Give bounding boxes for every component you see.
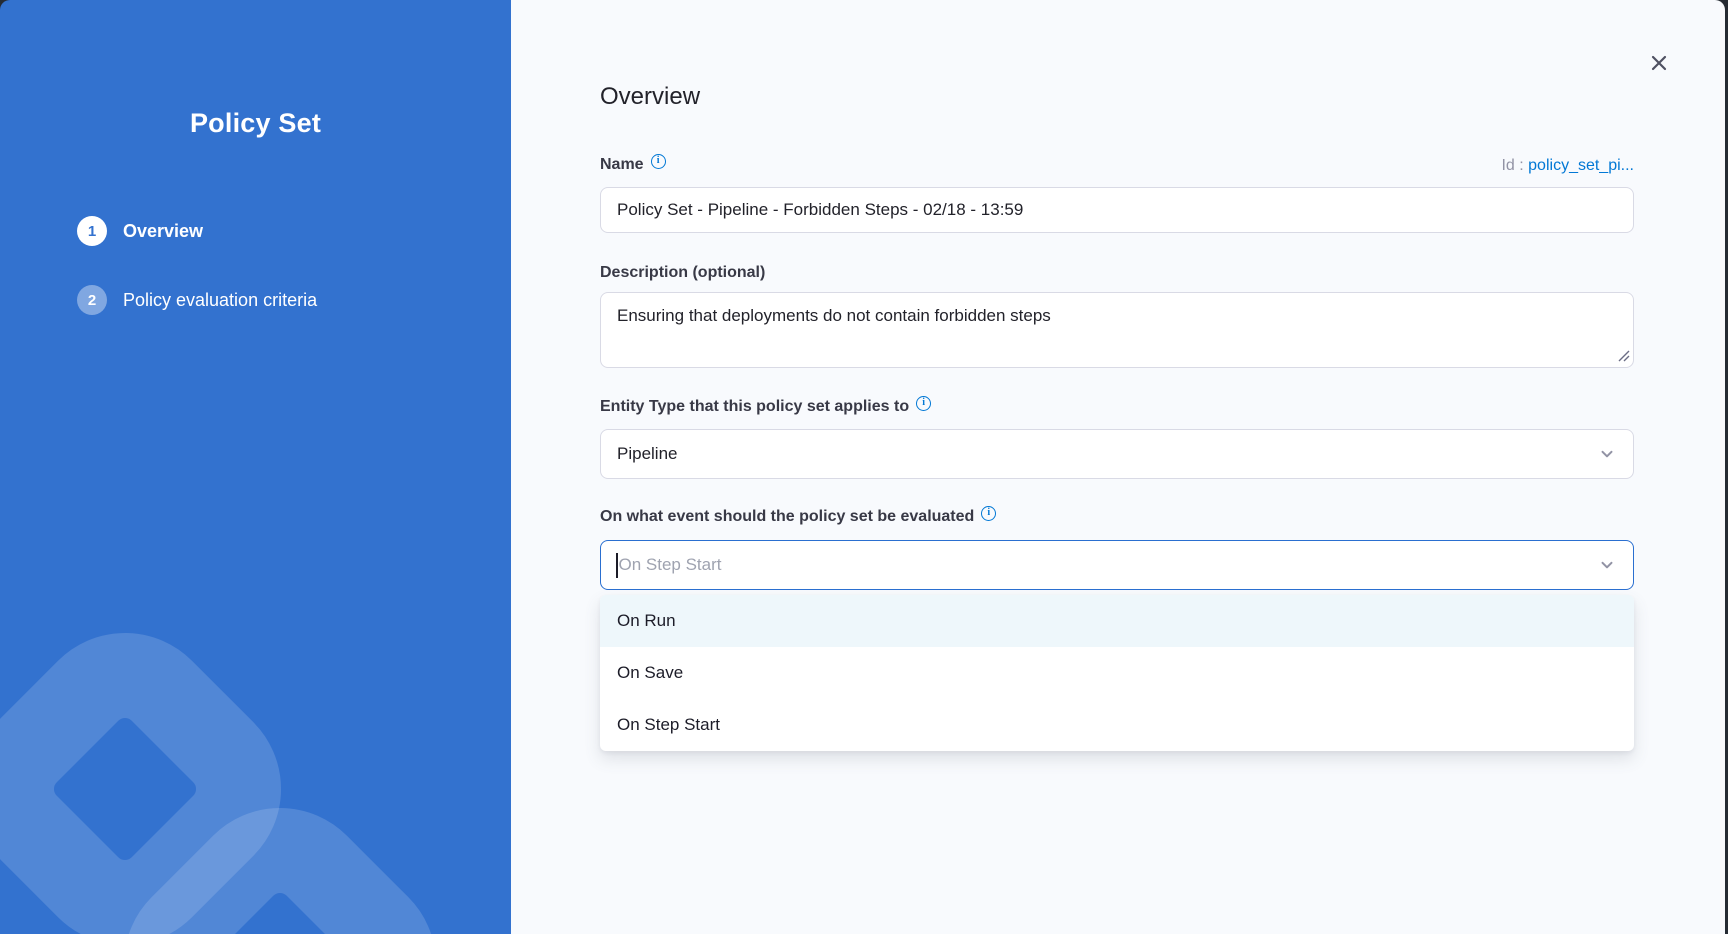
- description-label: Description (optional): [600, 263, 1634, 283]
- close-icon: [1648, 52, 1670, 74]
- chevron-down-icon: [1599, 446, 1615, 462]
- name-label-row: Name i Id : policy_set_pi...: [600, 155, 1634, 175]
- step-number-badge: 1: [77, 216, 107, 246]
- name-label: Name i: [600, 155, 666, 175]
- entity-type-label: Entity Type that this policy set applies…: [600, 397, 1634, 417]
- id-prefix-label: Id :: [1501, 157, 1528, 174]
- chevron-down-icon: [1599, 557, 1615, 573]
- overview-form-panel: Overview Name i Id : policy_set_pi... De…: [511, 0, 1725, 934]
- description-textarea[interactable]: Ensuring that deployments do not contain…: [600, 292, 1634, 368]
- entity-type-info-icon[interactable]: i: [916, 396, 931, 411]
- wizard-steps: 1 Overview 2 Policy evaluation criteria: [0, 216, 511, 315]
- event-label: On what event should the policy set be e…: [600, 507, 1634, 527]
- name-input[interactable]: [600, 187, 1634, 233]
- close-button[interactable]: [1645, 49, 1673, 77]
- policy-set-dialog: Policy Set 1 Overview 2 Policy evaluatio…: [0, 0, 1725, 934]
- entity-type-value: Pipeline: [617, 444, 1599, 464]
- id-link[interactable]: policy_set_pi...: [1528, 157, 1634, 174]
- entity-type-select[interactable]: Pipeline: [600, 429, 1634, 479]
- entity-id: Id : policy_set_pi...: [1501, 157, 1634, 175]
- wizard-title: Policy Set: [0, 108, 511, 139]
- event-options-menu: On Run On Save On Step Start: [600, 595, 1634, 751]
- name-info-icon[interactable]: i: [651, 154, 666, 169]
- menu-option-on-save[interactable]: On Save: [600, 647, 1634, 699]
- wizard-sidebar: Policy Set 1 Overview 2 Policy evaluatio…: [0, 0, 511, 934]
- event-combobox[interactable]: [600, 540, 1634, 590]
- step-label: Policy evaluation criteria: [123, 290, 317, 311]
- harness-logo-watermark: [0, 514, 511, 934]
- step-label: Overview: [123, 221, 203, 242]
- event-info-icon[interactable]: i: [981, 506, 996, 521]
- event-input[interactable]: [618, 541, 1600, 589]
- menu-option-on-run[interactable]: On Run: [600, 595, 1634, 647]
- step-item-policy-evaluation-criteria[interactable]: 2 Policy evaluation criteria: [77, 285, 511, 315]
- page-title: Overview: [600, 84, 1634, 110]
- step-item-overview[interactable]: 1 Overview: [77, 216, 511, 246]
- step-number-badge: 2: [77, 285, 107, 315]
- description-field-wrap: Ensuring that deployments do not contain…: [600, 292, 1634, 368]
- menu-option-on-step-start[interactable]: On Step Start: [600, 699, 1634, 751]
